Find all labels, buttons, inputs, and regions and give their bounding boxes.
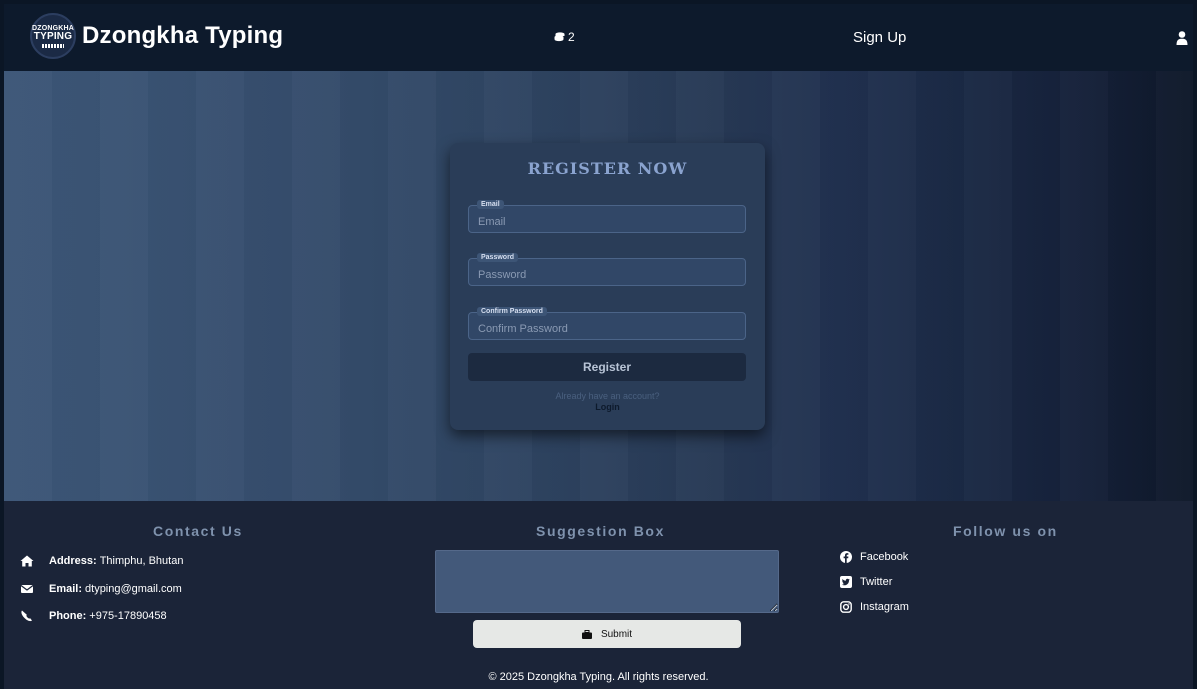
submit-label: Submit — [600, 628, 633, 640]
register-title: Register Now — [527, 159, 688, 178]
submit-button[interactable]: Submit — [473, 620, 741, 648]
copyright-text: © 2025 Dzongkha Typing. All rights reser… — [488, 671, 709, 683]
confirm-password-input[interactable] — [469, 313, 745, 339]
twitter-label: Twitter — [860, 576, 893, 588]
email-label-footer: Email: — [49, 583, 83, 595]
email-link[interactable]: dtyping@gmail.com — [85, 583, 182, 595]
phone-icon — [21, 610, 32, 622]
signup-link[interactable]: Sign Up — [853, 29, 906, 46]
page-frame: DZONGKHA TYPING Dzongkha Typing 2 Sign U… — [0, 0, 1197, 689]
brand[interactable]: DZONGKHA TYPING Dzongkha Typing — [30, 13, 283, 59]
coins-counter: 2 — [554, 30, 575, 44]
logo: DZONGKHA TYPING — [30, 13, 76, 59]
phone-value: +975-17890458 — [89, 610, 167, 622]
password-label: Password — [477, 253, 519, 262]
register-card: Register Now Email Password Confirm Pass… — [450, 143, 765, 430]
twitter-icon — [840, 576, 852, 588]
keyboard-icon — [42, 43, 64, 48]
email-input[interactable] — [469, 206, 745, 232]
logo-text-bottom: TYPING — [33, 30, 73, 42]
facebook-icon — [840, 551, 852, 563]
register-button[interactable]: Register — [468, 353, 746, 381]
briefcase-icon — [581, 629, 592, 639]
address-label: Address: — [49, 555, 97, 567]
brand-name[interactable]: Dzongkha Typing — [82, 22, 283, 50]
hero-section: Register Now Email Password Confirm Pass… — [4, 71, 1193, 501]
twitter-link[interactable]: Twitter — [840, 576, 892, 588]
facebook-label: Facebook — [860, 551, 909, 563]
contact-title: Contact Us — [153, 523, 243, 539]
instagram-label: Instagram — [860, 601, 909, 613]
facebook-link[interactable]: Facebook — [840, 551, 908, 563]
confirm-password-field-wrapper: Confirm Password — [468, 307, 746, 340]
email-label: Email — [477, 200, 504, 209]
footer: Contact Us Address: Thimphu, Bhutan Emai… — [4, 501, 1193, 689]
already-account-text: Already have an account? — [555, 391, 660, 401]
phone-label: Phone: — [49, 610, 87, 622]
instagram-icon — [840, 601, 852, 613]
contact-phone: Phone: +975-17890458 — [20, 610, 167, 622]
contact-email: Email: dtyping@gmail.com — [20, 583, 182, 595]
envelope-icon — [20, 585, 34, 593]
suggestion-textarea[interactable] — [435, 550, 779, 613]
address-value: Thimphu, Bhutan — [99, 555, 184, 567]
password-field-wrapper: Password — [468, 253, 746, 286]
instagram-link[interactable]: Instagram — [840, 601, 909, 613]
suggestion-title: Suggestion Box — [536, 523, 665, 539]
navbar: DZONGKHA TYPING Dzongkha Typing 2 Sign U… — [4, 4, 1193, 71]
password-input[interactable] — [469, 259, 745, 285]
coins-count: 2 — [568, 30, 575, 44]
login-link[interactable]: Login — [450, 402, 765, 412]
confirm-password-label: Confirm Password — [477, 307, 547, 316]
user-icon[interactable] — [1176, 31, 1188, 45]
follow-title: Follow us on — [953, 523, 1058, 539]
home-icon — [20, 555, 34, 567]
email-field-wrapper: Email — [468, 200, 746, 233]
contact-address: Address: Thimphu, Bhutan — [20, 555, 183, 567]
coins-icon — [554, 32, 565, 42]
